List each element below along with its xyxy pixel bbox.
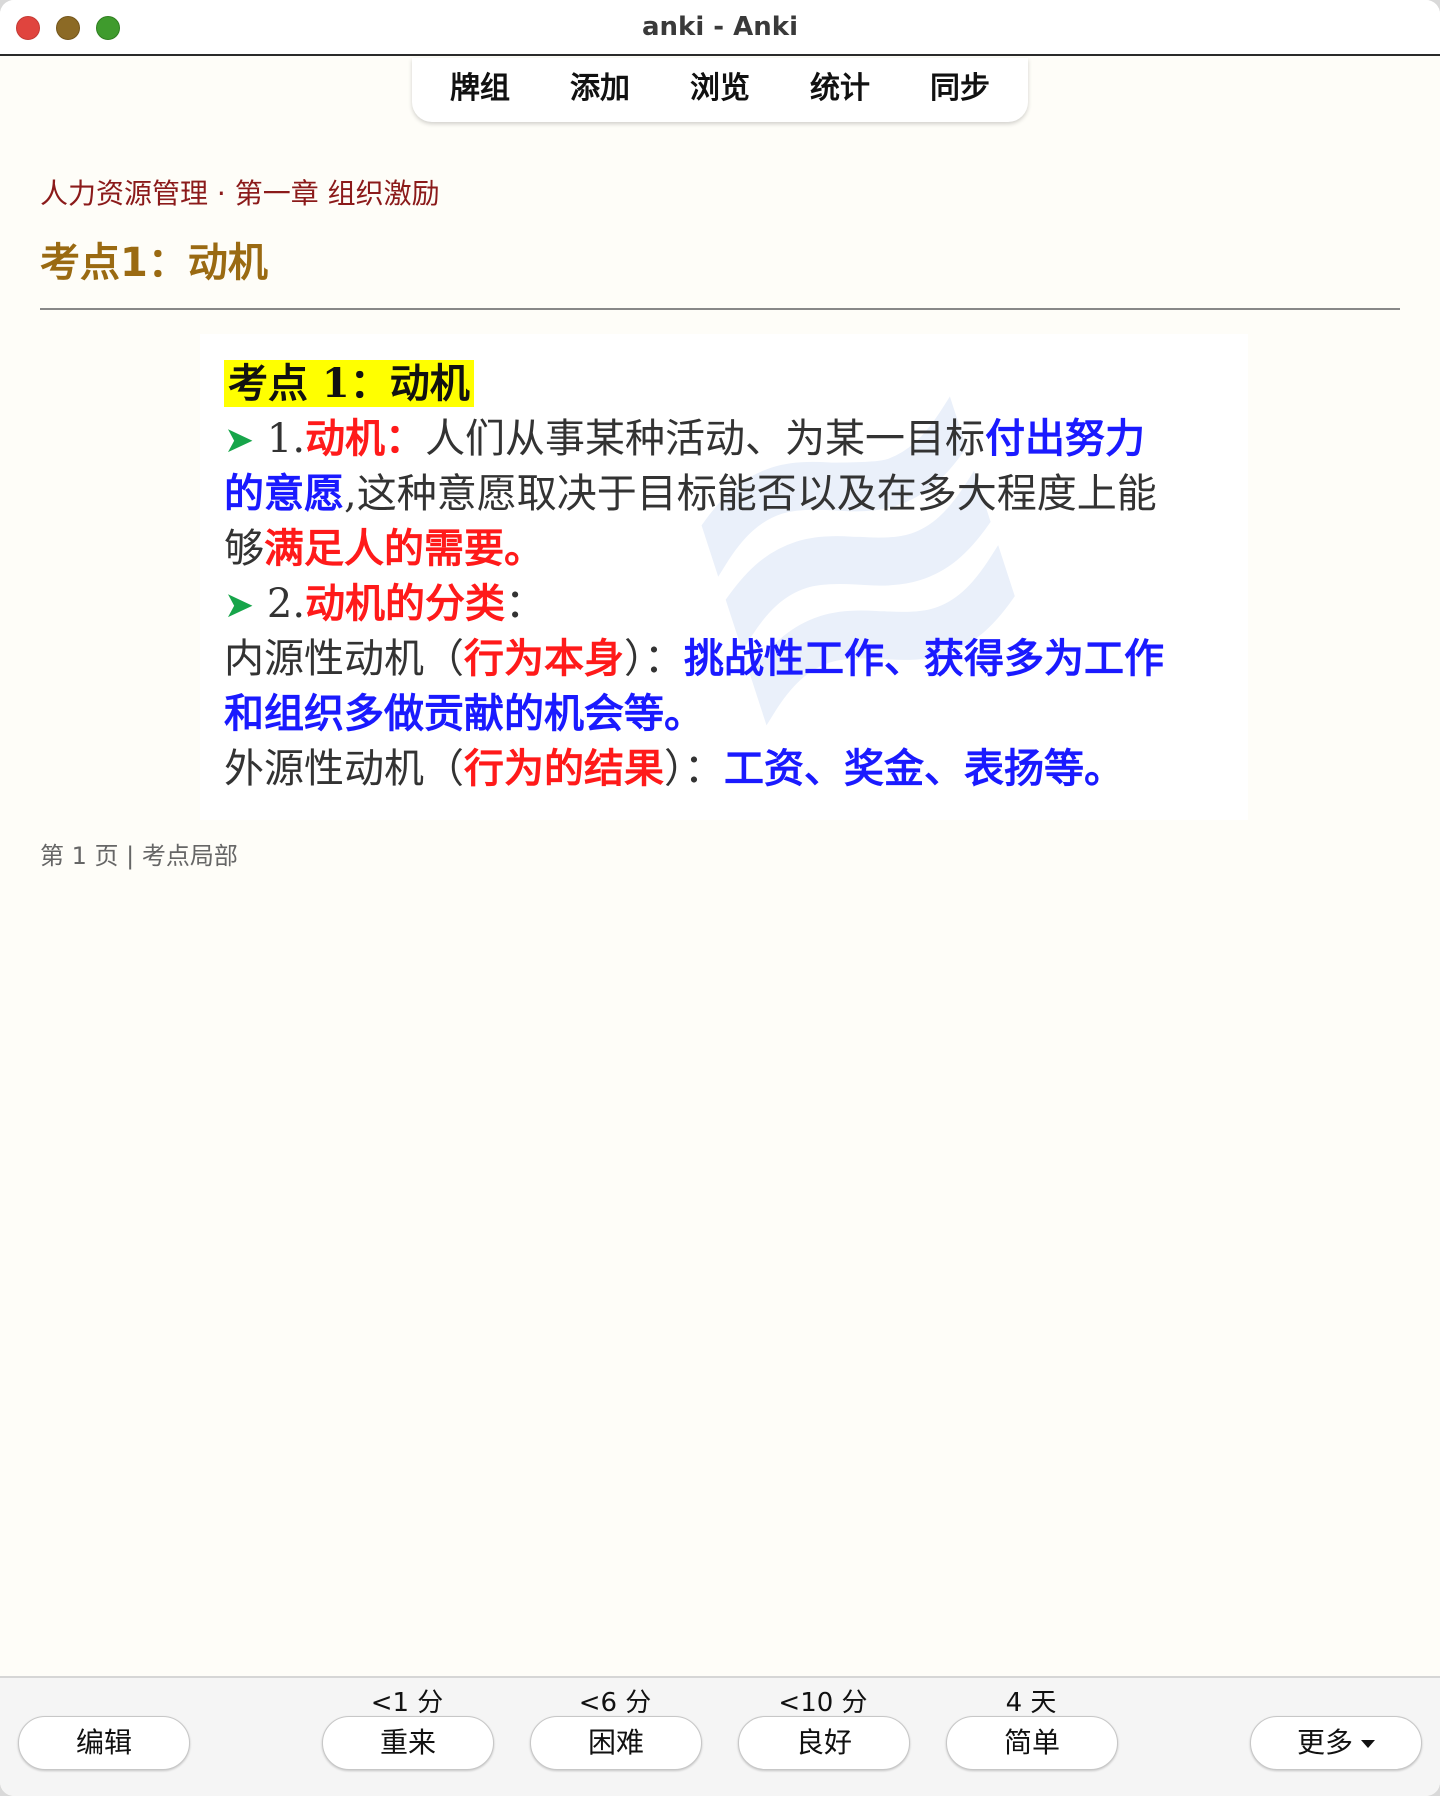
card-divider: [40, 308, 1400, 310]
image-text: ：: [505, 581, 546, 627]
again-interval: <1 分: [370, 1688, 444, 1718]
card-image: ≋ 考点 1：动机 ➤ 1.动机：人们从事某种活动、为某一目标付出努力 的意愿,…: [200, 334, 1248, 820]
image-text: ）：: [664, 746, 724, 792]
image-blue-text: 付出努力: [985, 415, 1146, 462]
window-title: anki - Anki: [642, 12, 798, 42]
chevron-down-icon: [1361, 1740, 1375, 1748]
image-blue-text: 挑战性工作、获得多为工作: [684, 635, 1164, 682]
image-red-text: 行为的结果: [464, 745, 664, 792]
image-heading-highlight: 考点 1：动机: [224, 360, 474, 407]
easy-interval: 4 天: [1005, 1688, 1057, 1718]
more-button[interactable]: 更多: [1250, 1716, 1422, 1770]
image-blue-text: 的意愿: [224, 470, 344, 517]
main-toolbar: 牌组 添加 浏览 统计 同步: [412, 58, 1028, 122]
image-text: ,这种意愿取决于目标能否以及在多大程度上能: [344, 471, 1157, 517]
toolbar-add[interactable]: 添加: [540, 58, 660, 122]
image-line: ➤ 2.动机的分类：: [224, 576, 1228, 631]
image-red-text: 动机的分类: [305, 580, 506, 627]
toolbar-sync[interactable]: 同步: [900, 58, 1020, 122]
image-line: ➤ 1.动机：人们从事某种活动、为某一目标付出努力: [224, 411, 1228, 466]
image-red-text: 动机：: [305, 415, 426, 462]
deck-path: 人力资源管理 · 第一章 组织激励: [40, 177, 440, 210]
image-text: 2.: [254, 581, 306, 627]
image-text: 1.: [254, 416, 306, 462]
card-image-text: 考点 1：动机 ➤ 1.动机：人们从事某种活动、为某一目标付出努力 的意愿,这种…: [224, 356, 1228, 796]
image-line: 内源性动机（行为本身）：挑战性工作、获得多为工作: [224, 631, 1228, 686]
image-text: 人们从事某种活动、为某一目标: [425, 416, 986, 462]
toolbar-browse[interactable]: 浏览: [660, 58, 780, 122]
image-red-text: 满足人的需要。: [264, 525, 544, 572]
anki-window: anki - Anki 牌组 添加 浏览 统计 同步 人力资源管理 · 第一章 …: [0, 0, 1440, 1796]
good-button[interactable]: 良好: [738, 1716, 910, 1770]
toolbar-stats[interactable]: 统计: [780, 58, 900, 122]
green-arrow-icon: ➤: [224, 585, 255, 626]
image-text: 够: [224, 526, 264, 572]
image-blue-text: 和组织多做贡献的机会等。: [224, 690, 704, 737]
image-text: 外源性动机（: [224, 746, 464, 792]
image-line: 考点 1：动机: [224, 356, 1228, 411]
title-bar: anki - Anki: [0, 0, 1440, 56]
image-text: 内源性动机（: [224, 636, 464, 682]
image-text: ）：: [624, 636, 684, 682]
image-blue-text: 工资、奖金、表扬等。: [724, 745, 1124, 792]
hard-interval: <6 分: [578, 1688, 652, 1718]
card-footer: 第 1 页 | 考点局部: [40, 842, 238, 870]
edit-button[interactable]: 编辑: [18, 1716, 190, 1770]
green-arrow-icon: ➤: [224, 420, 255, 461]
toolbar-decks[interactable]: 牌组: [420, 58, 540, 122]
image-line: 外源性动机（行为的结果）：工资、奖金、表扬等。: [224, 741, 1228, 796]
answer-bar: [0, 1676, 1440, 1796]
easy-button[interactable]: 简单: [946, 1716, 1118, 1770]
more-label: 更多: [1296, 1726, 1353, 1759]
image-line: 的意愿,这种意愿取决于目标能否以及在多大程度上能: [224, 466, 1228, 521]
image-red-text: 行为本身: [464, 635, 624, 682]
good-interval: <10 分: [778, 1688, 868, 1718]
image-line: 和组织多做贡献的机会等。: [224, 686, 1228, 741]
image-line: 够满足人的需要。: [224, 521, 1228, 576]
again-button[interactable]: 重来: [322, 1716, 494, 1770]
hard-button[interactable]: 困难: [530, 1716, 702, 1770]
card-title: 考点1：动机: [40, 240, 268, 286]
